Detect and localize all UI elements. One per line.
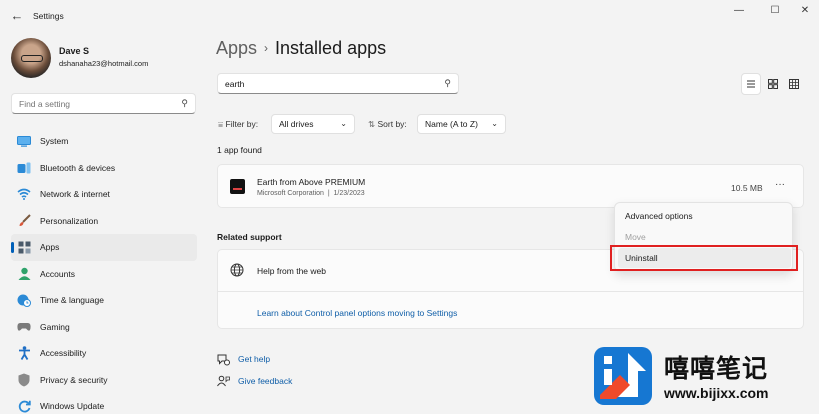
menu-item-advanced-options[interactable]: Advanced options (615, 206, 792, 226)
meta-separator: | (327, 190, 330, 197)
gamepad-icon (17, 320, 31, 334)
search-icon: ⚲ (444, 78, 451, 88)
list-view-icon (747, 80, 755, 88)
sidebar-item-accessibility[interactable]: Accessibility (11, 340, 197, 367)
related-support-heading: Related support (217, 232, 282, 242)
sidebar-item-windows-update[interactable]: Windows Update (11, 393, 197, 414)
user-email: dshanaha23@hotmail.com (59, 59, 149, 68)
get-help-link[interactable]: Get help (216, 352, 270, 366)
give-feedback-link[interactable]: Give feedback (216, 374, 292, 388)
app-name: Earth from Above PREMIUM (257, 177, 366, 187)
sidebar-item-label: Gaming (40, 321, 70, 332)
sidebar-item-personalization[interactable]: Personalization (11, 208, 197, 235)
app-search-input[interactable] (218, 74, 428, 94)
watermark: 嘻嘻笔记 www.bijixx.com (594, 347, 819, 414)
filter-label: ⩸ Filter by: (218, 119, 259, 129)
sidebar-item-label: Windows Update (40, 401, 105, 412)
sidebar-item-label: Time & language (40, 295, 104, 306)
find-setting-box[interactable]: ⚲ (11, 93, 196, 114)
sidebar-item-label: Personalization (40, 215, 99, 226)
app-logo-icon (230, 179, 245, 194)
sidebar-item-label: Privacy & security (40, 374, 108, 385)
control-panel-link[interactable]: Learn about Control panel options moving… (257, 308, 457, 318)
app-size: 10.5 MB (731, 183, 763, 193)
more-options-button[interactable]: ··· (771, 180, 789, 194)
app-meta: Microsoft Corporation | 1/23/2023 (257, 190, 365, 197)
breadcrumb: Apps › Installed apps (216, 38, 386, 59)
filter-dropdown[interactable]: All drives ⌄ (271, 114, 355, 134)
sidebar-item-apps[interactable]: Apps (11, 234, 197, 261)
sidebar-item-label: System (40, 136, 69, 147)
back-arrow-icon[interactable]: ← (9, 8, 25, 24)
title-bar: ← Settings — ☐ ✕ (0, 0, 819, 32)
list-view-button[interactable] (741, 73, 761, 95)
sort-label: ⇅ Sort by: (368, 119, 407, 129)
watermark-text: 嘻嘻笔记 (664, 354, 769, 383)
result-count: 1 app found (217, 145, 262, 155)
close-button[interactable]: ✕ (791, 4, 819, 18)
watermark-logo-icon (594, 347, 652, 405)
grid-view-button[interactable] (763, 73, 783, 95)
window-title: Settings (33, 11, 64, 21)
person-icon (17, 267, 31, 281)
sidebar-item-label: Accessibility (40, 348, 87, 359)
find-setting-input[interactable] (12, 94, 162, 114)
sort-dropdown-value: Name (A to Z) (425, 119, 478, 129)
accessibility-icon (17, 346, 31, 361)
sidebar-item-label: Apps (40, 242, 60, 253)
bluetooth-icon (17, 161, 31, 175)
apps-icon (17, 240, 31, 254)
chevron-down-icon: ⌄ (340, 119, 347, 128)
uninstall-highlight-box (610, 245, 798, 271)
sidebar-item-bluetooth[interactable]: Bluetooth & devices (11, 155, 197, 182)
sidebar-item-network[interactable]: Network & internet (11, 181, 197, 208)
sort-dropdown[interactable]: Name (A to Z) ⌄ (417, 114, 506, 134)
sidebar-item-label: Accounts (40, 268, 75, 279)
help-icon (216, 352, 230, 366)
filter-icon: ⩸ (218, 119, 224, 129)
sidebar-item-label: Bluetooth & devices (40, 162, 116, 173)
tile-view-button[interactable] (784, 73, 804, 95)
breadcrumb-parent[interactable]: Apps (216, 38, 257, 58)
system-icon (17, 134, 31, 148)
help-from-web-label: Help from the web (257, 266, 326, 276)
user-name: Dave S (59, 46, 90, 56)
page-title: Installed apps (275, 38, 387, 58)
minimize-button[interactable]: — (725, 4, 753, 18)
app-search-box[interactable]: ⚲ (217, 73, 459, 94)
avatar[interactable] (11, 38, 51, 78)
grid-view-icon (768, 79, 778, 89)
app-publisher: Microsoft Corporation (257, 190, 324, 197)
shield-icon (17, 373, 31, 387)
sidebar-item-label: Network & internet (40, 189, 110, 200)
watermark-url: www.bijixx.com (664, 385, 769, 401)
clock-globe-icon (17, 293, 31, 308)
feedback-icon (216, 374, 230, 388)
sidebar-item-system[interactable]: System (11, 128, 197, 155)
sort-icon: ⇅ (368, 119, 376, 129)
sidebar-nav: System Bluetooth & devices Network & int… (11, 128, 197, 414)
brush-icon (17, 214, 31, 228)
chevron-down-icon: ⌄ (491, 119, 498, 128)
update-icon (17, 399, 31, 413)
app-install-date: 1/23/2023 (333, 190, 365, 197)
sidebar-item-privacy[interactable]: Privacy & security (11, 367, 197, 394)
sidebar-item-time-language[interactable]: Time & language (11, 287, 197, 314)
sidebar-item-gaming[interactable]: Gaming (11, 314, 197, 341)
globe-icon (230, 263, 244, 277)
maximize-button[interactable]: ☐ (761, 4, 789, 18)
filter-dropdown-value: All drives (279, 119, 314, 129)
breadcrumb-separator: › (264, 41, 269, 55)
search-icon: ⚲ (181, 98, 188, 108)
sidebar-item-accounts[interactable]: Accounts (11, 261, 197, 288)
wifi-icon (17, 187, 31, 201)
menu-item-move[interactable]: Move (615, 227, 792, 247)
tile-view-icon (789, 79, 799, 89)
